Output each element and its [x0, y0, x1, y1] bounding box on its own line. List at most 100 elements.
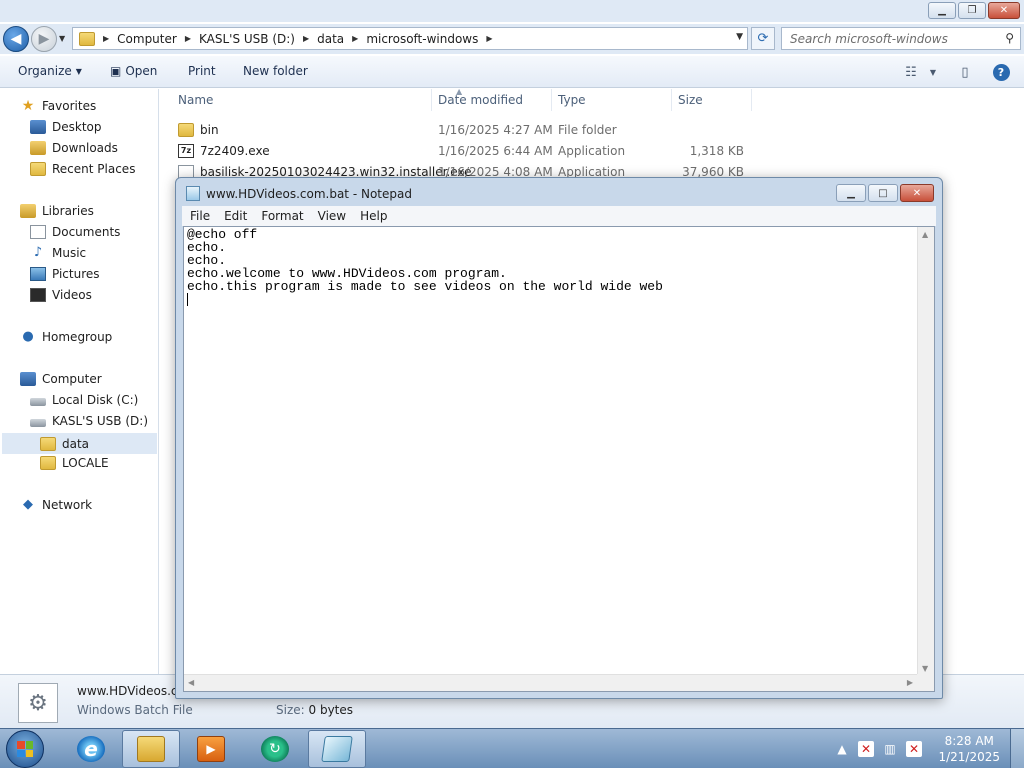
breadcrumb-microsoft-windows[interactable]: microsoft-windows: [366, 32, 478, 46]
nav-pictures[interactable]: Pictures: [30, 267, 100, 281]
computer-icon: [20, 372, 36, 386]
menu-help[interactable]: Help: [360, 209, 387, 223]
clock[interactable]: 8:28 AM 1/21/2025: [938, 733, 1000, 765]
explorer-close-button[interactable]: ✕: [988, 2, 1020, 19]
preview-pane-icon[interactable]: ▯: [954, 62, 976, 82]
nav-network[interactable]: ◆ Network: [20, 497, 92, 513]
search-input[interactable]: Search microsoft-windows ⚲: [781, 27, 1021, 50]
nav-libraries[interactable]: Libraries: [20, 204, 94, 218]
scroll-up-icon[interactable]: ▲: [922, 230, 928, 239]
taskbar-file-explorer[interactable]: [122, 730, 180, 768]
notepad-text-area[interactable]: @echo off echo. echo. echo.welcome to ww…: [183, 226, 935, 692]
vertical-scrollbar[interactable]: ▲ ▼: [917, 227, 934, 676]
file-row[interactable]: bin 1/16/2025 4:27 AM File folder: [160, 119, 760, 140]
chevron-down-icon[interactable]: ▼: [736, 32, 743, 42]
breadcrumb-usb[interactable]: KASL'S USB (D:): [199, 32, 295, 46]
network-icon: ◆: [23, 497, 33, 512]
column-date-modified[interactable]: Date modified: [430, 89, 552, 111]
volume-muted-icon[interactable]: ✕: [906, 741, 922, 757]
breadcrumb-data[interactable]: data: [317, 32, 344, 46]
app-icon: ↻: [261, 736, 289, 762]
horizontal-scrollbar[interactable]: ◀ ▶: [184, 674, 917, 691]
nav-documents[interactable]: Documents: [30, 225, 120, 239]
nav-downloads[interactable]: Downloads: [30, 141, 118, 155]
chevron-down-icon[interactable]: ▼: [922, 62, 944, 82]
file-row[interactable]: 7z 7z2409.exe 1/16/2025 6:44 AM Applicati…: [160, 140, 760, 161]
nav-computer[interactable]: Computer: [20, 372, 102, 386]
scrollbar-corner: [917, 674, 934, 691]
taskbar-notepad[interactable]: [308, 730, 366, 768]
nav-favorites[interactable]: ★ Favorites: [20, 99, 97, 113]
nav-label: LOCALE: [62, 456, 109, 470]
file-size: 1,318 KB: [689, 143, 744, 158]
search-icon[interactable]: ⚲: [1005, 31, 1014, 45]
homegroup-icon: ●: [22, 329, 34, 344]
notepad-close-button[interactable]: ✕: [900, 184, 934, 202]
column-header-row: ▲ Name Date modified Type Size: [160, 87, 1024, 111]
refresh-button[interactable]: ⟳: [751, 27, 775, 50]
explorer-minimize-button[interactable]: ▁: [928, 2, 956, 19]
forward-button[interactable]: ▶: [31, 26, 57, 52]
address-bar[interactable]: ▶ Computer ▶ KASL'S USB (D:) ▶ data ▶ mi…: [72, 27, 748, 50]
notepad-title: www.HDVideos.com.bat - Notepad: [206, 186, 412, 201]
menu-view[interactable]: View: [318, 209, 346, 223]
help-button[interactable]: ?: [990, 62, 1012, 82]
explorer-titlebar[interactable]: ▁ ❐ ✕: [0, 0, 1024, 22]
nav-homegroup[interactable]: ● Homegroup: [20, 329, 112, 345]
column-type[interactable]: Type: [550, 89, 672, 111]
menu-format[interactable]: Format: [261, 209, 303, 223]
scroll-left-icon[interactable]: ◀: [188, 678, 194, 687]
start-button[interactable]: [6, 730, 44, 768]
folder-icon: [178, 122, 194, 137]
breadcrumb-computer[interactable]: Computer: [117, 32, 177, 46]
chevron-right-icon[interactable]: ▶: [185, 34, 191, 43]
libraries-icon: [20, 204, 36, 218]
action-center-alert-icon[interactable]: ✕: [858, 741, 874, 757]
column-name[interactable]: Name: [170, 89, 432, 111]
organize-button[interactable]: Organize ▼: [18, 64, 82, 78]
taskbar-media-player[interactable]: ▶: [182, 730, 240, 768]
taskbar-internet-explorer[interactable]: e: [62, 730, 120, 768]
menu-file[interactable]: File: [190, 209, 210, 223]
nav-desktop[interactable]: Desktop: [30, 120, 102, 134]
pictures-icon: [30, 267, 46, 281]
scroll-right-icon[interactable]: ▶: [907, 678, 913, 687]
nav-label: Documents: [52, 225, 121, 239]
chevron-down-icon: ▼: [75, 66, 82, 76]
print-button[interactable]: Print: [188, 64, 216, 78]
nav-label: Libraries: [42, 204, 94, 218]
new-folder-button[interactable]: New folder: [243, 64, 308, 78]
nav-videos[interactable]: Videos: [30, 288, 92, 302]
nav-recent-places[interactable]: Recent Places: [30, 162, 135, 176]
chevron-right-icon[interactable]: ▶: [303, 34, 309, 43]
explorer-restore-button[interactable]: ❐: [958, 2, 986, 19]
chevron-right-icon[interactable]: ▶: [103, 34, 109, 43]
menu-edit[interactable]: Edit: [224, 209, 247, 223]
clock-date: 1/21/2025: [938, 750, 1000, 764]
notepad-window: www.HDVideos.com.bat - Notepad ▁ □ ✕ Fil…: [175, 177, 943, 699]
scroll-down-icon[interactable]: ▼: [922, 664, 928, 673]
column-size[interactable]: Size: [670, 89, 752, 111]
notepad-maximize-button[interactable]: □: [868, 184, 898, 202]
7zip-icon: 7z: [178, 143, 194, 158]
nav-local-disk[interactable]: Local Disk (C:): [30, 393, 138, 407]
view-options-icon[interactable]: ☷: [900, 62, 922, 82]
chevron-right-icon[interactable]: ▶: [352, 34, 358, 43]
nav-music[interactable]: ♪ Music: [30, 246, 86, 261]
show-desktop-button[interactable]: [1010, 729, 1024, 768]
network-icon[interactable]: ▥: [882, 741, 898, 757]
back-button[interactable]: ◀: [3, 26, 29, 52]
notepad-titlebar[interactable]: www.HDVideos.com.bat - Notepad: [186, 186, 412, 201]
nav-data[interactable]: data: [2, 433, 157, 454]
chevron-right-icon[interactable]: ▶: [486, 34, 492, 43]
show-hidden-icons-icon[interactable]: ▲: [834, 741, 850, 757]
recent-pages-dropdown[interactable]: ▼: [59, 34, 65, 43]
notepad-minimize-button[interactable]: ▁: [836, 184, 866, 202]
folder-icon: [79, 31, 95, 46]
taskbar-green-app[interactable]: ↻: [246, 730, 304, 768]
open-button[interactable]: ▣ Open: [110, 64, 157, 78]
navigation-pane: ★ Favorites Desktop Downloads Recent Plac…: [0, 89, 159, 674]
file-name: 7z 7z2409.exe: [178, 143, 270, 158]
nav-locale[interactable]: LOCALE: [40, 456, 109, 470]
nav-usb-drive[interactable]: KASL'S USB (D:): [30, 414, 148, 428]
